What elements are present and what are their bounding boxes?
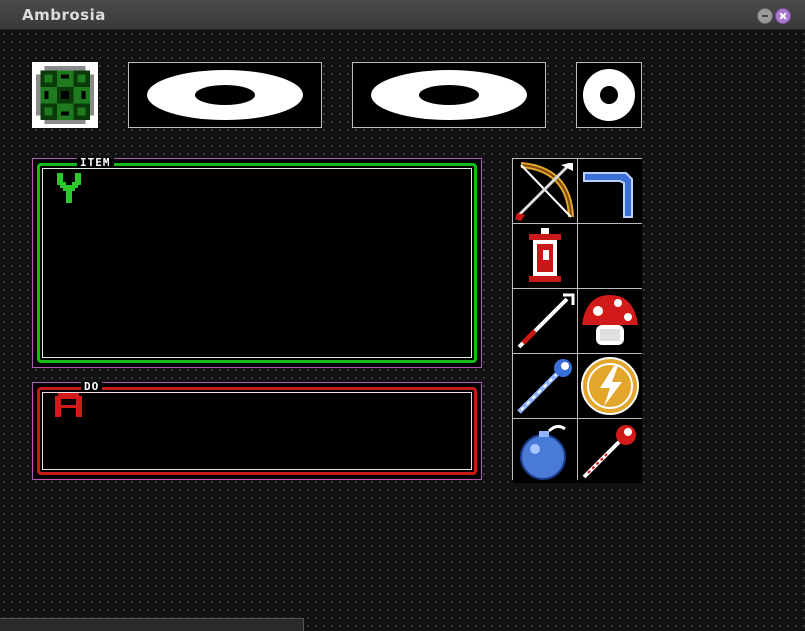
title-bar: Ambrosia — [0, 0, 805, 30]
slingshot-icon[interactable] — [57, 173, 81, 203]
ring-icon — [583, 69, 635, 121]
a-button-icon[interactable] — [55, 393, 82, 417]
inventory-slot-boomerang[interactable] — [578, 159, 642, 223]
bomb-icon — [520, 424, 566, 480]
ring-slot-2[interactable] — [352, 62, 546, 128]
window-title: Ambrosia — [22, 6, 106, 24]
inventory-slot-fire-rod[interactable] — [513, 289, 577, 353]
minimize-button[interactable] — [757, 8, 773, 24]
taskbar-strip — [0, 618, 304, 631]
item-panel-label: ITEM — [77, 157, 114, 168]
ring-slot-1[interactable] — [128, 62, 322, 128]
inventory-slot-fire-wand[interactable] — [578, 419, 642, 483]
boomerang-icon — [583, 172, 633, 218]
mushroom-icon — [582, 295, 638, 345]
game-canvas: ITEM DO — [0, 30, 805, 631]
inventory-slot-ice-rod[interactable] — [513, 354, 577, 418]
do-panel: DO — [32, 381, 482, 480]
do-panel-frame — [37, 387, 477, 475]
wide-oval-ring-icon — [371, 70, 527, 120]
fire-wand-icon — [582, 425, 636, 479]
fire-rod-icon — [517, 293, 575, 349]
item-panel: ITEM — [32, 157, 482, 368]
inventory-slot-lantern[interactable] — [513, 224, 577, 288]
lantern-icon — [529, 228, 561, 282]
compass-slot[interactable] — [32, 62, 98, 128]
inventory-slot-mushroom[interactable] — [578, 289, 642, 353]
inventory-grid — [512, 158, 642, 483]
ice-rod-icon — [517, 359, 572, 414]
do-panel-label: DO — [81, 381, 103, 392]
lightning-medallion-icon — [581, 357, 639, 415]
inventory-slot-medallion[interactable] — [578, 354, 642, 418]
wide-oval-ring-icon — [147, 70, 303, 120]
inventory-slot-bow[interactable] — [513, 159, 577, 223]
ring-slot-3[interactable] — [576, 62, 642, 128]
item-panel-frame — [37, 163, 477, 363]
inventory-slot-bomb[interactable] — [513, 419, 577, 483]
bow-and-arrow-icon — [515, 162, 574, 221]
compass-clover-icon — [32, 62, 98, 128]
inventory-slot-empty[interactable] — [578, 224, 642, 288]
close-button[interactable] — [775, 8, 791, 24]
